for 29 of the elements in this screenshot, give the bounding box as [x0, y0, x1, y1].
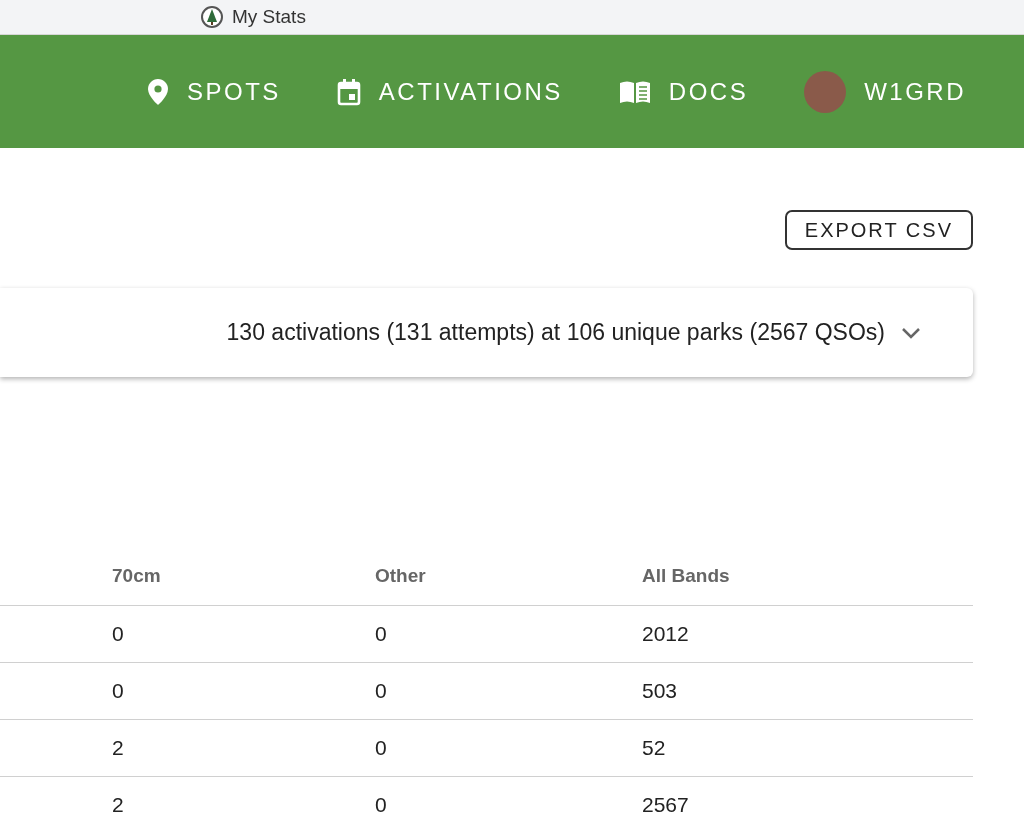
- table-cell: 503: [642, 678, 678, 702]
- summary-text: 130 activations (131 attempts) at 106 unique parks (2567 QSOs): [226, 318, 885, 348]
- table-cell: 52: [642, 735, 666, 759]
- calendar-icon: [336, 77, 361, 106]
- table-cell: 0: [375, 735, 387, 759]
- export-csv-button[interactable]: EXPORT CSV: [784, 210, 973, 250]
- nav-link[interactable]: DOCS: [618, 73, 749, 110]
- nav-link[interactable]: W1GRD: [804, 70, 966, 113]
- table-cell: 0: [375, 678, 387, 702]
- table-cell: 0: [112, 678, 124, 702]
- book-icon: [618, 79, 651, 104]
- nav-link[interactable]: ACTIVATIONS: [336, 73, 563, 110]
- table-cell: 0: [112, 621, 124, 645]
- park-logo-icon: [200, 5, 224, 29]
- table-cell: 0: [375, 792, 387, 816]
- table-cell: 0: [375, 621, 387, 645]
- tab-title[interactable]: My Stats: [232, 2, 306, 32]
- column-header: All Bands: [642, 565, 730, 586]
- table-cell: 2: [112, 792, 124, 816]
- table-cell: 2567: [642, 792, 689, 816]
- table-cell: 2: [112, 735, 124, 759]
- column-header: Other: [375, 565, 426, 586]
- map-pin-icon: [147, 77, 169, 106]
- column-header: 70cm: [112, 565, 161, 586]
- summary-panel[interactable]: 130 activations (131 attempts) at 106 unique parks (2567 QSOs): [0, 288, 973, 377]
- nav-link[interactable]: SPOTS: [147, 73, 281, 110]
- chevron-icon[interactable]: [901, 326, 921, 339]
- table-cell: 2012: [642, 621, 689, 645]
- avatar-icon: [804, 70, 847, 113]
